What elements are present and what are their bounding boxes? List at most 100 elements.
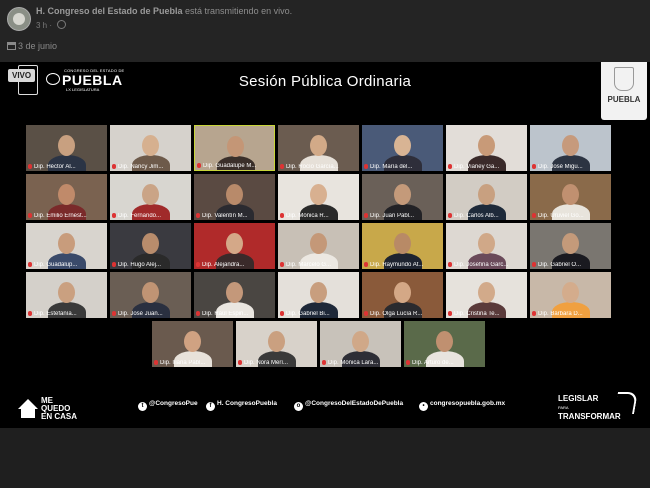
participant-name: Dip. José Migu...: [538, 164, 583, 170]
mic-muted-icon: [280, 262, 284, 267]
post-action: está transmitiendo en vivo.: [182, 6, 293, 16]
participant-tile: Dip. Gabriel Bi...: [278, 272, 359, 318]
participant-tile: Dip. Marcelo G...: [278, 223, 359, 269]
participant-face: [310, 184, 327, 205]
mic-muted-icon: [28, 262, 32, 267]
participant-name-label: Dip. Mónica R...: [280, 213, 329, 219]
participant-name-label: Dip. Marcelo G...: [280, 262, 331, 268]
participant-tile: Dip. Héctor Al...: [26, 125, 107, 171]
globe-icon: [57, 20, 67, 29]
participant-name: Dip. Estefanía...: [34, 311, 77, 317]
mic-muted-icon: [448, 164, 452, 169]
participant-name: Dip. Guadalup...: [34, 262, 78, 268]
participant-name-label: Dip. Hugo Alej...: [112, 262, 161, 268]
mic-muted-icon: [112, 164, 116, 169]
participant-face: [58, 233, 75, 254]
participant-tile: Dip. Fernando...: [110, 174, 191, 220]
participant-name: Dip. Cristina Te...: [454, 311, 500, 317]
participant-tile: Dip. Carlos Alb...: [446, 174, 527, 220]
participant-name-label: Dip. Valentín M...: [196, 213, 248, 219]
participant-name: Dip. Nancy Jim...: [118, 164, 164, 170]
participant-name: Dip. Gabriel O...: [538, 262, 582, 268]
participant-tile: Dip. Nancy Jim...: [110, 125, 191, 171]
participant-tile: Dip. Mónica Lara...: [320, 321, 401, 367]
participant-name: Dip. Guadalupe M...: [203, 163, 257, 169]
mic-muted-icon: [238, 360, 242, 365]
participant-name: Dip. María del...: [370, 164, 413, 170]
instagram-icon: o: [294, 402, 303, 411]
participant-name: Dip. Mónica Lara...: [328, 360, 379, 366]
post-time-text[interactable]: 3 h: [36, 21, 47, 30]
participant-face: [478, 233, 495, 254]
mic-muted-icon: [112, 311, 116, 316]
participant-tile: Dip. Nora Merí...: [236, 321, 317, 367]
page-name-link[interactable]: H. Congreso del Estado de Puebla: [36, 6, 183, 16]
legislar-para-transformar-logo: LEGISLAR PARA TRANSFORMAR: [558, 392, 638, 421]
participant-tile: Dip. Arturo de...: [404, 321, 485, 367]
mic-muted-icon: [112, 262, 116, 267]
participant-face: [142, 233, 159, 254]
twitter-handle: t @CongresoPue: [138, 400, 198, 411]
participant-face: [562, 135, 579, 156]
mic-muted-icon: [280, 164, 284, 169]
participant-face: [436, 331, 453, 352]
participant-face: [184, 331, 201, 352]
facebook-icon: f: [206, 402, 215, 411]
participant-name: Dip. Nora Merí...: [244, 360, 289, 366]
participant-name-label: Dip. Uruviel Go...: [532, 213, 584, 219]
participant-tile: Dip. Rocío García...: [278, 125, 359, 171]
participant-name-label: Dip. María del...: [364, 164, 412, 170]
participant-name-label: Dip. Raymundo At...: [364, 262, 423, 268]
mic-muted-icon: [448, 311, 452, 316]
bird-icon: [614, 392, 638, 414]
participant-name-label: Dip. Olga Lucía R...: [364, 311, 422, 317]
post-header: H. Congreso del Estado de Puebla está tr…: [0, 0, 650, 62]
participant-face: [394, 184, 411, 205]
participant-name-label: Dip. Fernando...: [112, 213, 161, 219]
participant-face: [562, 282, 579, 303]
website-address: • congresopuebla.gob.mx: [419, 400, 505, 411]
participant-name-label: Dip. Emilio Ernest...: [28, 213, 87, 219]
live-video-player[interactable]: VIVO CONGRESO DEL ESTADO DE PUEBLA LX LE…: [0, 62, 650, 428]
web-icon: •: [419, 402, 428, 411]
mic-muted-icon: [364, 164, 368, 169]
transformar-text: TRANSFORMAR: [558, 412, 621, 421]
participant-name-label: Dip. Bárbara D...: [532, 311, 583, 317]
participant-face: [478, 135, 495, 156]
participant-name: Dip. Rocío García...: [286, 164, 339, 170]
participant-face: [226, 184, 243, 205]
mic-muted-icon: [532, 311, 536, 316]
participant-tile: Dip. Mónica R...: [278, 174, 359, 220]
page-avatar[interactable]: [7, 7, 31, 31]
participant-name-label: Dip. Vianey Ga...: [448, 164, 499, 170]
participant-face: [352, 331, 369, 352]
twitter-icon: t: [138, 402, 147, 411]
participant-tile: Dip. Iliana Pabl...: [152, 321, 233, 367]
participant-tile: Dip. Uruviel Go...: [530, 174, 611, 220]
participant-name: Dip. Olga Lucía R...: [370, 311, 423, 317]
participant-name: Dip. Marcelo G...: [286, 262, 332, 268]
participant-name: Dip. Fernando...: [118, 213, 162, 219]
mic-muted-icon: [28, 213, 32, 218]
mic-muted-icon: [532, 262, 536, 267]
mic-muted-icon: [364, 311, 368, 316]
participant-name-label: Dip. Cristina Te...: [448, 311, 500, 317]
mic-muted-icon: [196, 311, 200, 316]
mic-muted-icon: [364, 213, 368, 218]
participant-name: Dip. Uruviel Go...: [538, 213, 584, 219]
participant-name-label: Dip. Nancy Jim...: [112, 164, 163, 170]
participant-face: [562, 233, 579, 254]
post-time: 3 h ·: [36, 20, 67, 30]
mic-muted-icon: [280, 311, 284, 316]
participant-tile: Dip. José Migu...: [530, 125, 611, 171]
congress-seal-icon: [13, 13, 25, 25]
participant-face: [394, 135, 411, 156]
participant-name-label: Dip. Arturo de...: [406, 360, 454, 366]
participant-name: Dip. Carlos Alb...: [454, 213, 499, 219]
participant-name-label: Dip. Nora Merí...: [238, 360, 288, 366]
mic-muted-icon: [28, 311, 32, 316]
mic-muted-icon: [322, 360, 326, 365]
participant-tile: Dip. Raymundo At...: [362, 223, 443, 269]
mic-muted-icon: [364, 262, 368, 267]
participant-face: [142, 282, 159, 303]
